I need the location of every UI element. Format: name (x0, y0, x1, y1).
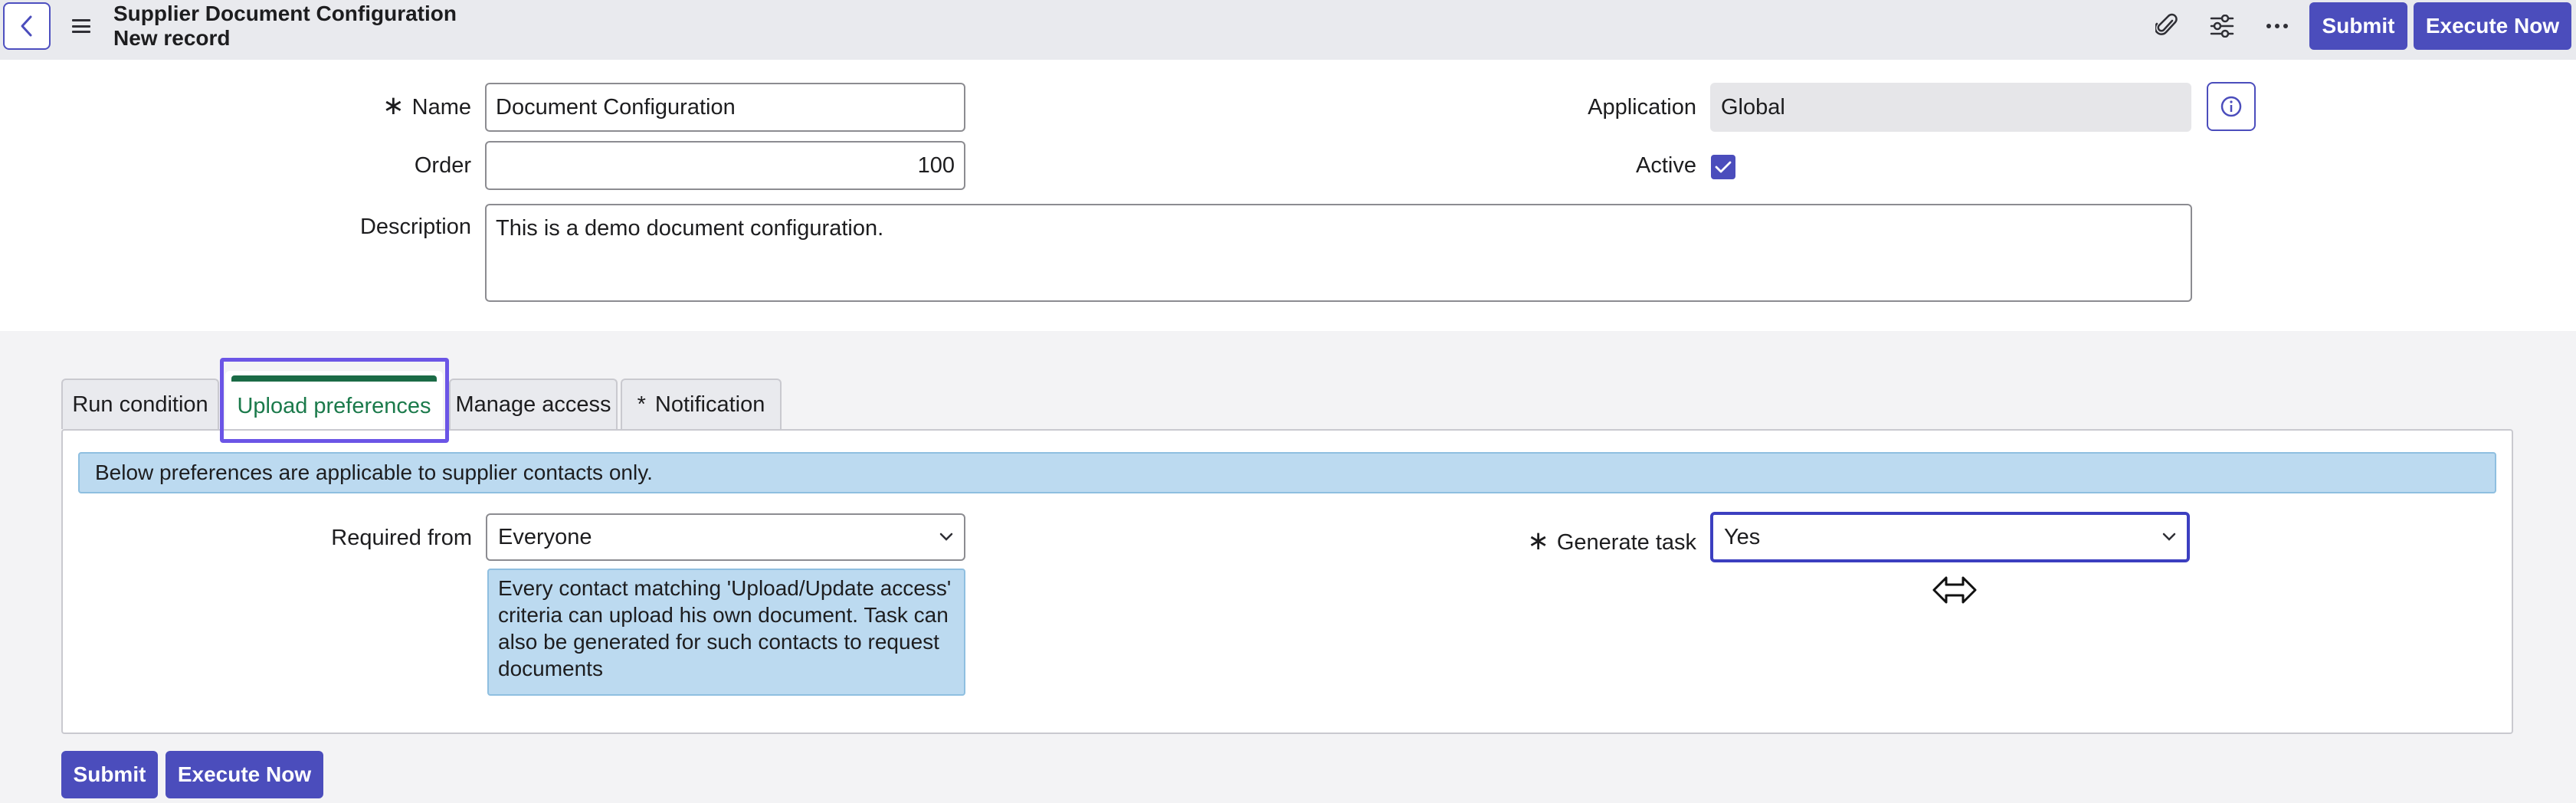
tab-notification[interactable]: * Notification (621, 379, 782, 429)
focus-ring (220, 358, 449, 443)
application-field: Global (1710, 83, 2191, 132)
chevron-down-icon (939, 533, 953, 541)
footer-execute-now-button[interactable]: Execute Now (166, 751, 323, 798)
info-icon (2220, 96, 2242, 117)
tab-manage-access[interactable]: Manage access (449, 379, 618, 429)
header-submit-button[interactable]: Submit (2309, 2, 2407, 50)
back-button[interactable] (3, 2, 51, 50)
description-textarea[interactable]: This is a demo document configuration. (485, 204, 2192, 302)
page-subtitle: New record (113, 26, 231, 50)
required-asterisk-icon: * (637, 392, 646, 417)
sliders-icon[interactable] (2207, 11, 2237, 41)
tab-run-condition[interactable]: Run condition (61, 379, 219, 429)
footer-submit-button[interactable]: Submit (61, 751, 158, 798)
name-label: ∗ Name (382, 91, 471, 120)
header-bar: Supplier Document Configuration New reco… (0, 0, 2576, 60)
active-label: Active (1636, 153, 1696, 178)
description-label: Description (359, 215, 471, 239)
generate-task-label: ∗ Generate task (1527, 526, 1696, 556)
required-from-label: Required from (331, 526, 472, 550)
order-field[interactable]: 100 (485, 141, 965, 190)
name-field[interactable]: Document Configuration (485, 83, 965, 132)
required-asterisk-icon: ∗ (1527, 526, 1549, 556)
tab-notification-label: Notification (654, 392, 765, 417)
page-title: Supplier Document Configuration (113, 2, 457, 25)
checkmark-icon (1715, 161, 1732, 173)
info-button[interactable] (2207, 82, 2256, 131)
required-asterisk-icon: ∗ (382, 91, 405, 120)
info-banner: Below preferences are applicable to supp… (78, 452, 2496, 493)
required-from-hint: Every contact matching 'Upload/Update ac… (487, 569, 965, 696)
record-title: Supplier Document Configuration New reco… (113, 2, 457, 51)
generate-task-value: Yes (1724, 524, 1761, 549)
resize-cursor-icon (1932, 576, 1977, 604)
paperclip-icon[interactable] (2152, 11, 2182, 41)
header-execute-now-button[interactable]: Execute Now (2414, 2, 2571, 50)
required-from-value: Everyone (498, 524, 592, 549)
required-from-select[interactable]: Everyone (486, 513, 965, 561)
active-checkbox[interactable] (1711, 155, 1735, 179)
application-label: Application (1588, 95, 1696, 120)
menu-icon[interactable] (70, 17, 92, 35)
chevron-down-icon (2162, 533, 2176, 541)
order-label: Order (414, 153, 471, 178)
more-icon[interactable] (2262, 11, 2293, 41)
generate-task-select[interactable]: Yes (1710, 512, 2190, 562)
back-chevron-icon (21, 15, 32, 37)
